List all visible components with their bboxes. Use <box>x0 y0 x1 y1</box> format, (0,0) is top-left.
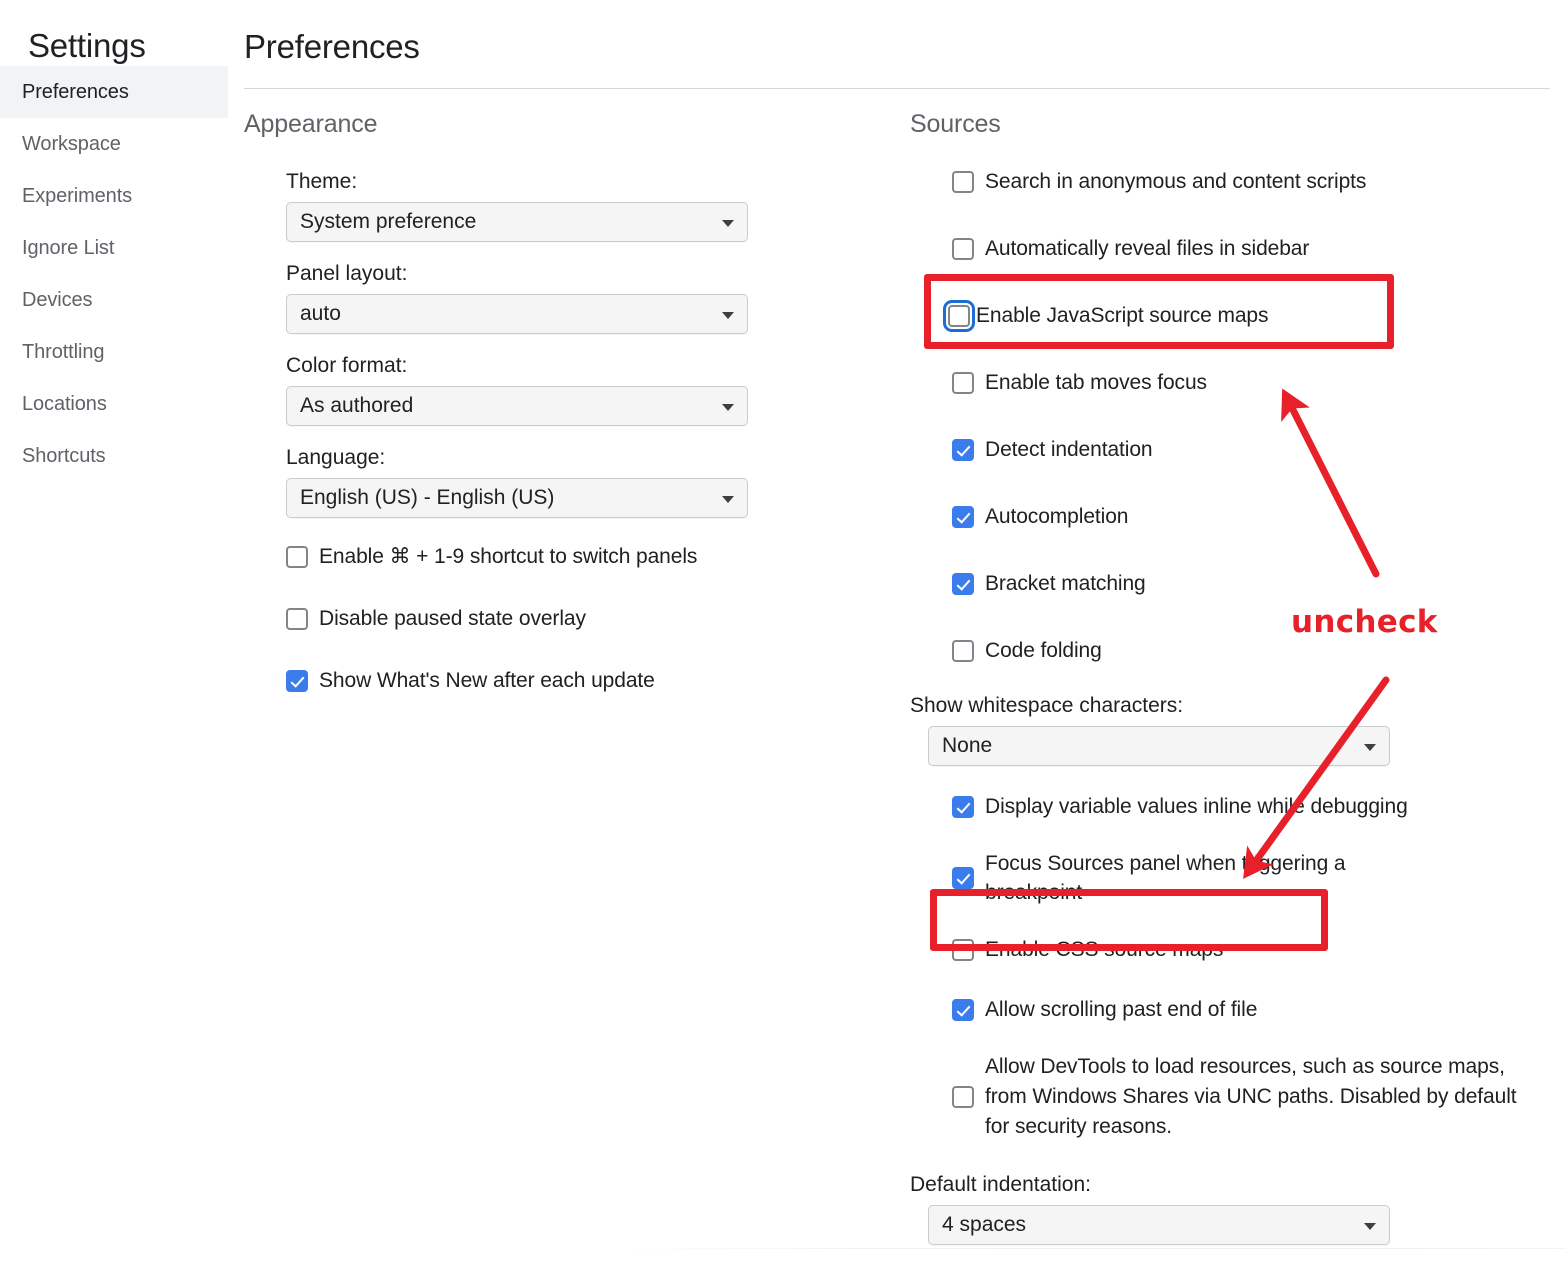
theme-select[interactable]: System preference <box>286 202 748 242</box>
checkbox-box[interactable] <box>952 795 974 818</box>
checkbox-show-whats-new[interactable]: Show What's New after each update <box>286 666 864 695</box>
page-title: Preferences <box>244 28 420 65</box>
checkbox-detect-indentation[interactable]: Detect indentation <box>952 435 1550 464</box>
panel-layout-label: Panel layout: <box>286 262 408 285</box>
theme-select-value: System preference <box>300 210 477 233</box>
checkbox-box[interactable] <box>286 669 308 692</box>
sidebar-item-label: Experiments <box>22 184 133 207</box>
color-format-select-value: As authored <box>300 394 414 417</box>
checkbox-allow-scrolling-past-eof[interactable]: Allow scrolling past end of file <box>952 995 1550 1024</box>
checkbox-label: Allow scrolling past end of file <box>985 998 1258 1021</box>
sidebar-item-label: Workspace <box>22 132 121 155</box>
checkbox-box[interactable] <box>952 170 974 193</box>
checkbox-label: Autocompletion <box>985 505 1129 528</box>
checkbox-box[interactable] <box>943 299 975 332</box>
sidebar-item-experiments[interactable]: Experiments <box>0 170 228 222</box>
checkbox-box[interactable] <box>952 438 974 461</box>
sidebar-title: Settings <box>28 27 146 64</box>
checkbox-enable-javascript-source-maps[interactable]: Enable JavaScript source maps <box>943 299 1550 332</box>
sidebar-item-label: Ignore List <box>22 236 115 259</box>
checkbox-box[interactable] <box>952 505 974 528</box>
checkbox-autocompletion[interactable]: Autocompletion <box>952 502 1550 531</box>
appearance-heading: Appearance <box>244 110 378 138</box>
checkbox-label: Search in anonymous and content scripts <box>985 170 1367 193</box>
checkbox-label: Show What's New after each update <box>319 669 655 692</box>
whitespace-label: Show whitespace characters: <box>910 694 1184 717</box>
checkbox-box[interactable] <box>952 938 974 961</box>
checkbox-label: Code folding <box>985 639 1102 662</box>
checkbox-label: Enable ⌘ + 1-9 shortcut to switch panels <box>319 545 698 568</box>
panel-layout-select-value: auto <box>300 302 341 325</box>
color-format-select[interactable]: As authored <box>286 386 748 426</box>
checkbox-label: Enable JavaScript source maps <box>976 304 1269 327</box>
checkbox-box[interactable] <box>286 545 308 568</box>
checkbox-disable-paused-overlay[interactable]: Disable paused state overlay <box>286 604 864 633</box>
whitespace-select-value: None <box>942 734 993 757</box>
checkbox-label: Automatically reveal files in sidebar <box>985 237 1310 260</box>
sidebar-item-label: Devices <box>22 288 93 311</box>
checkbox-bracket-matching[interactable]: Bracket matching <box>952 569 1550 598</box>
checkbox-box[interactable] <box>952 371 974 394</box>
checkbox-box[interactable] <box>952 1086 974 1108</box>
sidebar-item-locations[interactable]: Locations <box>0 378 228 430</box>
checkbox-label: Allow DevTools to load resources, such a… <box>985 1055 1517 1138</box>
checkbox-box[interactable] <box>952 867 974 889</box>
color-format-label: Color format: <box>286 354 408 377</box>
checkbox-enable-css-source-maps[interactable]: Enable CSS source maps <box>952 935 1550 964</box>
chevron-down-icon <box>1364 1223 1376 1230</box>
chevron-down-icon <box>722 312 734 319</box>
checkbox-label: Bracket matching <box>985 572 1146 595</box>
sidebar-item-devices[interactable]: Devices <box>0 274 228 326</box>
chevron-down-icon <box>722 496 734 503</box>
sidebar-item-shortcuts[interactable]: Shortcuts <box>0 430 228 482</box>
checkbox-search-anonymous-scripts[interactable]: Search in anonymous and content scripts <box>952 167 1550 196</box>
default-indentation-select-value: 4 spaces <box>942 1213 1027 1236</box>
checkbox-label: Focus Sources panel when triggering a br… <box>985 852 1346 904</box>
checkbox-label: Enable CSS source maps <box>985 938 1224 961</box>
chevron-down-icon <box>722 220 734 227</box>
checkbox-box[interactable] <box>952 998 974 1021</box>
checkbox-display-variable-values-inline[interactable]: Display variable values inline while deb… <box>952 792 1550 821</box>
sidebar-item-ignore-list[interactable]: Ignore List <box>0 222 228 274</box>
checkbox-label: Detect indentation <box>985 438 1153 461</box>
sidebar-item-preferences[interactable]: Preferences <box>0 66 228 118</box>
default-indentation-select[interactable]: 4 spaces <box>928 1205 1390 1245</box>
title-divider <box>244 88 1550 89</box>
checkbox-box[interactable] <box>952 237 974 260</box>
sidebar-item-label: Throttling <box>22 340 105 363</box>
checkbox-box[interactable] <box>286 607 308 630</box>
checkbox-label: Enable tab moves focus <box>985 371 1207 394</box>
sources-heading: Sources <box>910 110 1001 138</box>
settings-sidebar: Settings Preferences Workspace Experimen… <box>0 0 228 1268</box>
sidebar-item-label: Locations <box>22 392 107 415</box>
checkbox-enable-cmd-shortcut[interactable]: Enable ⌘ + 1-9 shortcut to switch panels <box>286 542 864 571</box>
sidebar-item-throttling[interactable]: Throttling <box>0 326 228 378</box>
sidebar-item-workspace[interactable]: Workspace <box>0 118 228 170</box>
sources-section: Sources Search in anonymous and content … <box>910 110 1550 1245</box>
checkbox-label: Display variable values inline while deb… <box>985 795 1408 818</box>
checkbox-auto-reveal-files[interactable]: Automatically reveal files in sidebar <box>952 234 1550 263</box>
default-indentation-label: Default indentation: <box>910 1173 1091 1196</box>
checkbox-focus-sources-panel[interactable]: Focus Sources panel when triggering a br… <box>952 849 1550 907</box>
appearance-section: Appearance Theme: System preference Pane… <box>244 110 864 695</box>
sidebar-item-label: Preferences <box>22 80 129 103</box>
checkbox-enable-tab-moves-focus[interactable]: Enable tab moves focus <box>952 368 1550 397</box>
language-select[interactable]: English (US) - English (US) <box>286 478 748 518</box>
checkbox-box[interactable] <box>952 639 974 662</box>
language-select-value: English (US) - English (US) <box>300 486 555 509</box>
theme-label: Theme: <box>286 170 358 193</box>
checkbox-allow-unc-paths[interactable]: Allow DevTools to load resources, such a… <box>952 1052 1550 1142</box>
sidebar-item-label: Shortcuts <box>22 444 106 467</box>
checkbox-code-folding[interactable]: Code folding <box>952 636 1550 665</box>
chevron-down-icon <box>722 404 734 411</box>
language-label: Language: <box>286 446 386 469</box>
checkbox-label: Disable paused state overlay <box>319 607 586 630</box>
settings-window: Settings Preferences Workspace Experimen… <box>0 0 1566 1268</box>
checkbox-box[interactable] <box>952 572 974 595</box>
bottom-divider <box>228 1248 1566 1249</box>
panel-layout-select[interactable]: auto <box>286 294 748 334</box>
annotation-label-uncheck: uncheck <box>1291 604 1438 640</box>
chevron-down-icon <box>1364 744 1376 751</box>
whitespace-select[interactable]: None <box>928 726 1390 766</box>
